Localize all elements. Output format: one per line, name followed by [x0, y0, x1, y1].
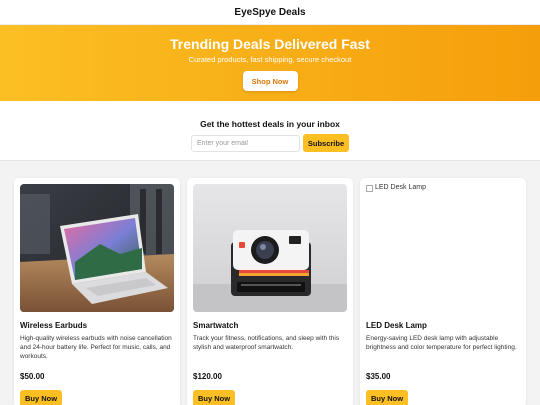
product-card-wireless-earbuds: Wireless Earbuds High-quality wireless e… — [14, 178, 180, 405]
product-description: Energy-saving LED desk lamp with adjusta… — [366, 335, 517, 351]
shop-now-button[interactable]: Shop Now — [242, 71, 298, 91]
product-image-broken: LED Desk Lamp — [366, 184, 520, 312]
top-bar: EyeSpye Deals — [0, 0, 540, 25]
subscribe-button[interactable]: Subscribe — [303, 134, 349, 152]
product-card-smartwatch: Smartwatch Track your fitness, notificat… — [187, 178, 353, 405]
image-alt-text: LED Desk Lamp — [375, 184, 426, 191]
broken-image-icon — [366, 185, 373, 192]
buy-now-button[interactable]: Buy Now — [20, 390, 62, 405]
product-card-led-desk-lamp: LED Desk Lamp LED Desk Lamp Energy-savin… — [360, 178, 526, 405]
hero-subtitle: Curated products, fast shipping, secure … — [188, 55, 352, 64]
email-input[interactable] — [191, 134, 300, 152]
buy-now-button[interactable]: Buy Now — [366, 390, 408, 405]
newsletter-section: Get the hottest deals in your inbox Subs… — [0, 101, 540, 161]
product-price: $35.00 — [366, 372, 391, 381]
product-description: High-quality wireless earbuds with noise… — [20, 335, 172, 360]
hero-banner: Trending Deals Delivered Fast Curated pr… — [0, 25, 540, 101]
product-description: Track your fitness, notifications, and s… — [193, 335, 340, 351]
newsletter-form: Subscribe — [191, 134, 349, 152]
product-title[interactable]: LED Desk Lamp — [366, 321, 520, 330]
product-image-camera — [193, 184, 347, 312]
product-grid: Wireless Earbuds High-quality wireless e… — [14, 178, 526, 405]
product-title[interactable]: Smartwatch — [193, 321, 347, 330]
hero-title: Trending Deals Delivered Fast — [170, 36, 370, 52]
product-image-laptop — [20, 184, 174, 312]
product-price: $120.00 — [193, 372, 222, 381]
brand-logo-text[interactable]: EyeSpye Deals — [234, 7, 305, 18]
newsletter-title: Get the hottest deals in your inbox — [200, 119, 340, 129]
product-title[interactable]: Wireless Earbuds — [20, 321, 174, 330]
buy-now-button[interactable]: Buy Now — [193, 390, 235, 405]
product-price: $50.00 — [20, 372, 45, 381]
